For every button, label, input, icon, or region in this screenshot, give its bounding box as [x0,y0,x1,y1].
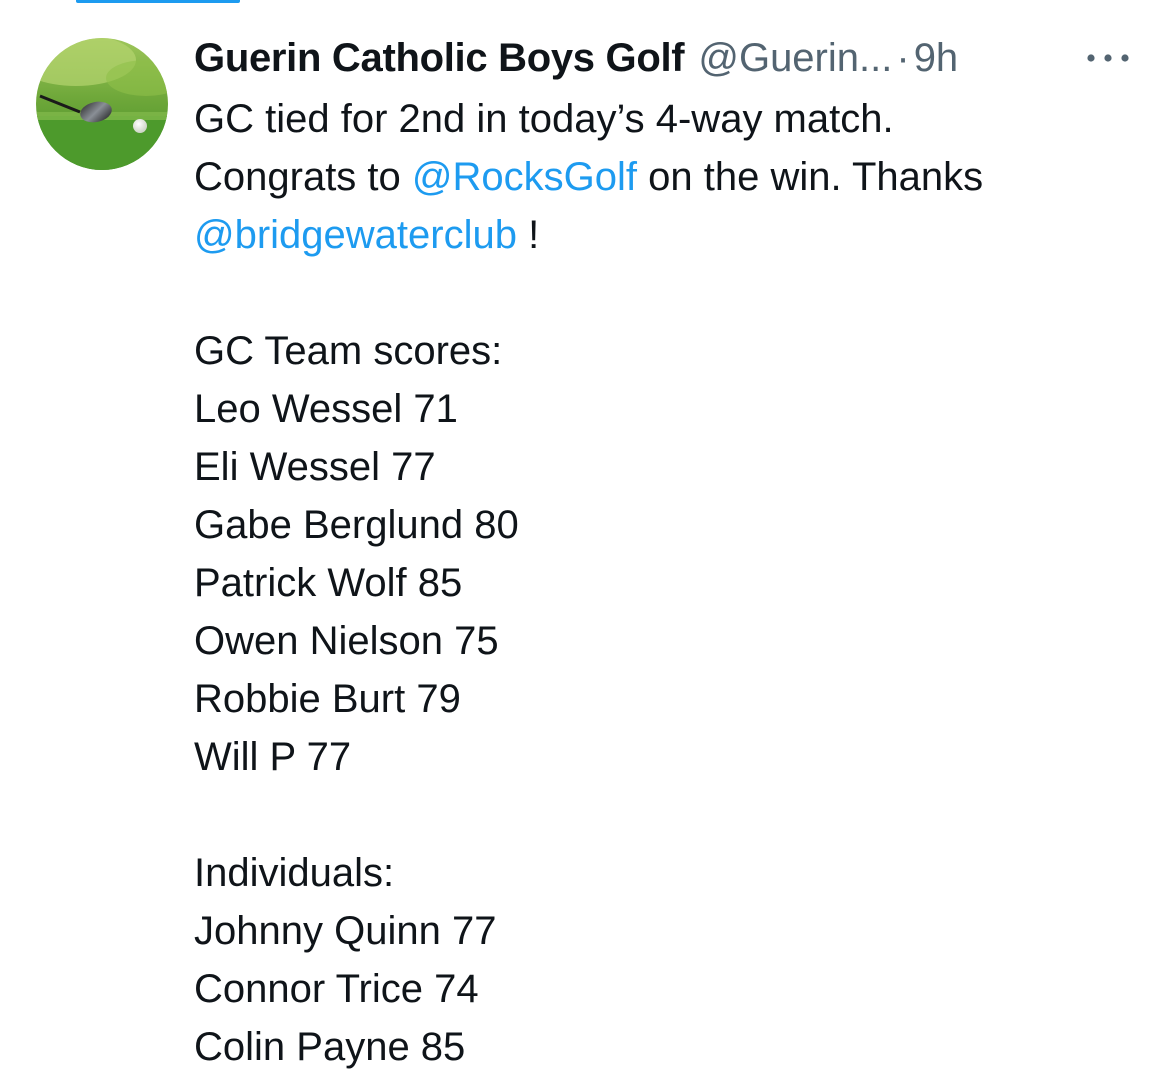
team-score-line: Owen Nielson 75 [194,619,499,663]
team-scores-heading: GC Team scores: [194,329,503,373]
tweet-line: @bridgewaterclub ! [194,206,1134,264]
individual-score-line: Johnny Quinn 77 [194,909,497,953]
intro-line-1: GC tied for 2nd in today’s 4-way match. [194,97,894,141]
tweet-text: GC tied for 2nd in today’s 4-way match. … [194,90,1134,1076]
team-score-line: Eli Wessel 77 [194,445,436,489]
intro-line-2-prefix: Congrats to [194,155,412,199]
separator-dot: · [896,36,910,80]
mention-bridgewaterclub-link[interactable]: @bridgewaterclub [194,213,517,257]
tweet-header: Guerin Catholic Boys Golf @Guerin... · 9… [194,30,1134,86]
tweet-body: Guerin Catholic Boys Golf @Guerin... · 9… [194,30,1134,1076]
display-name[interactable]: Guerin Catholic Boys Golf [194,30,685,86]
team-score-line: Gabe Berglund 80 [194,503,519,547]
timestamp[interactable]: 9h [914,30,959,86]
tweet[interactable]: Guerin Catholic Boys Golf @Guerin... · 9… [0,0,1170,1091]
more-options-button[interactable] [1084,44,1132,72]
golf-club-ball-avatar-icon [36,38,168,170]
user-handle[interactable]: @Guerin... [698,30,892,86]
team-score-line: Robbie Burt 79 [194,677,461,721]
team-score-line: Leo Wessel 71 [194,387,458,431]
tweet-line: GC tied for 2nd in today’s 4-way match. [194,90,1134,148]
mention-rocksgolf-link[interactable]: @RocksGolf [412,155,637,199]
team-score-line: Will P 77 [194,735,352,779]
team-score-line: Patrick Wolf 85 [194,561,463,605]
tweet-line: Congrats to @RocksGolf on the win. Thank… [194,148,1134,206]
intro-line-3-suffix: ! [517,213,540,257]
individuals-heading: Individuals: [194,851,395,895]
more-dots-icon [1087,54,1129,62]
individual-score-line: Colin Payne 85 [194,1025,466,1069]
avatar[interactable] [36,38,168,170]
intro-line-2-suffix: on the win. Thanks [637,155,984,199]
individual-score-line: Connor Trice 74 [194,967,479,1011]
